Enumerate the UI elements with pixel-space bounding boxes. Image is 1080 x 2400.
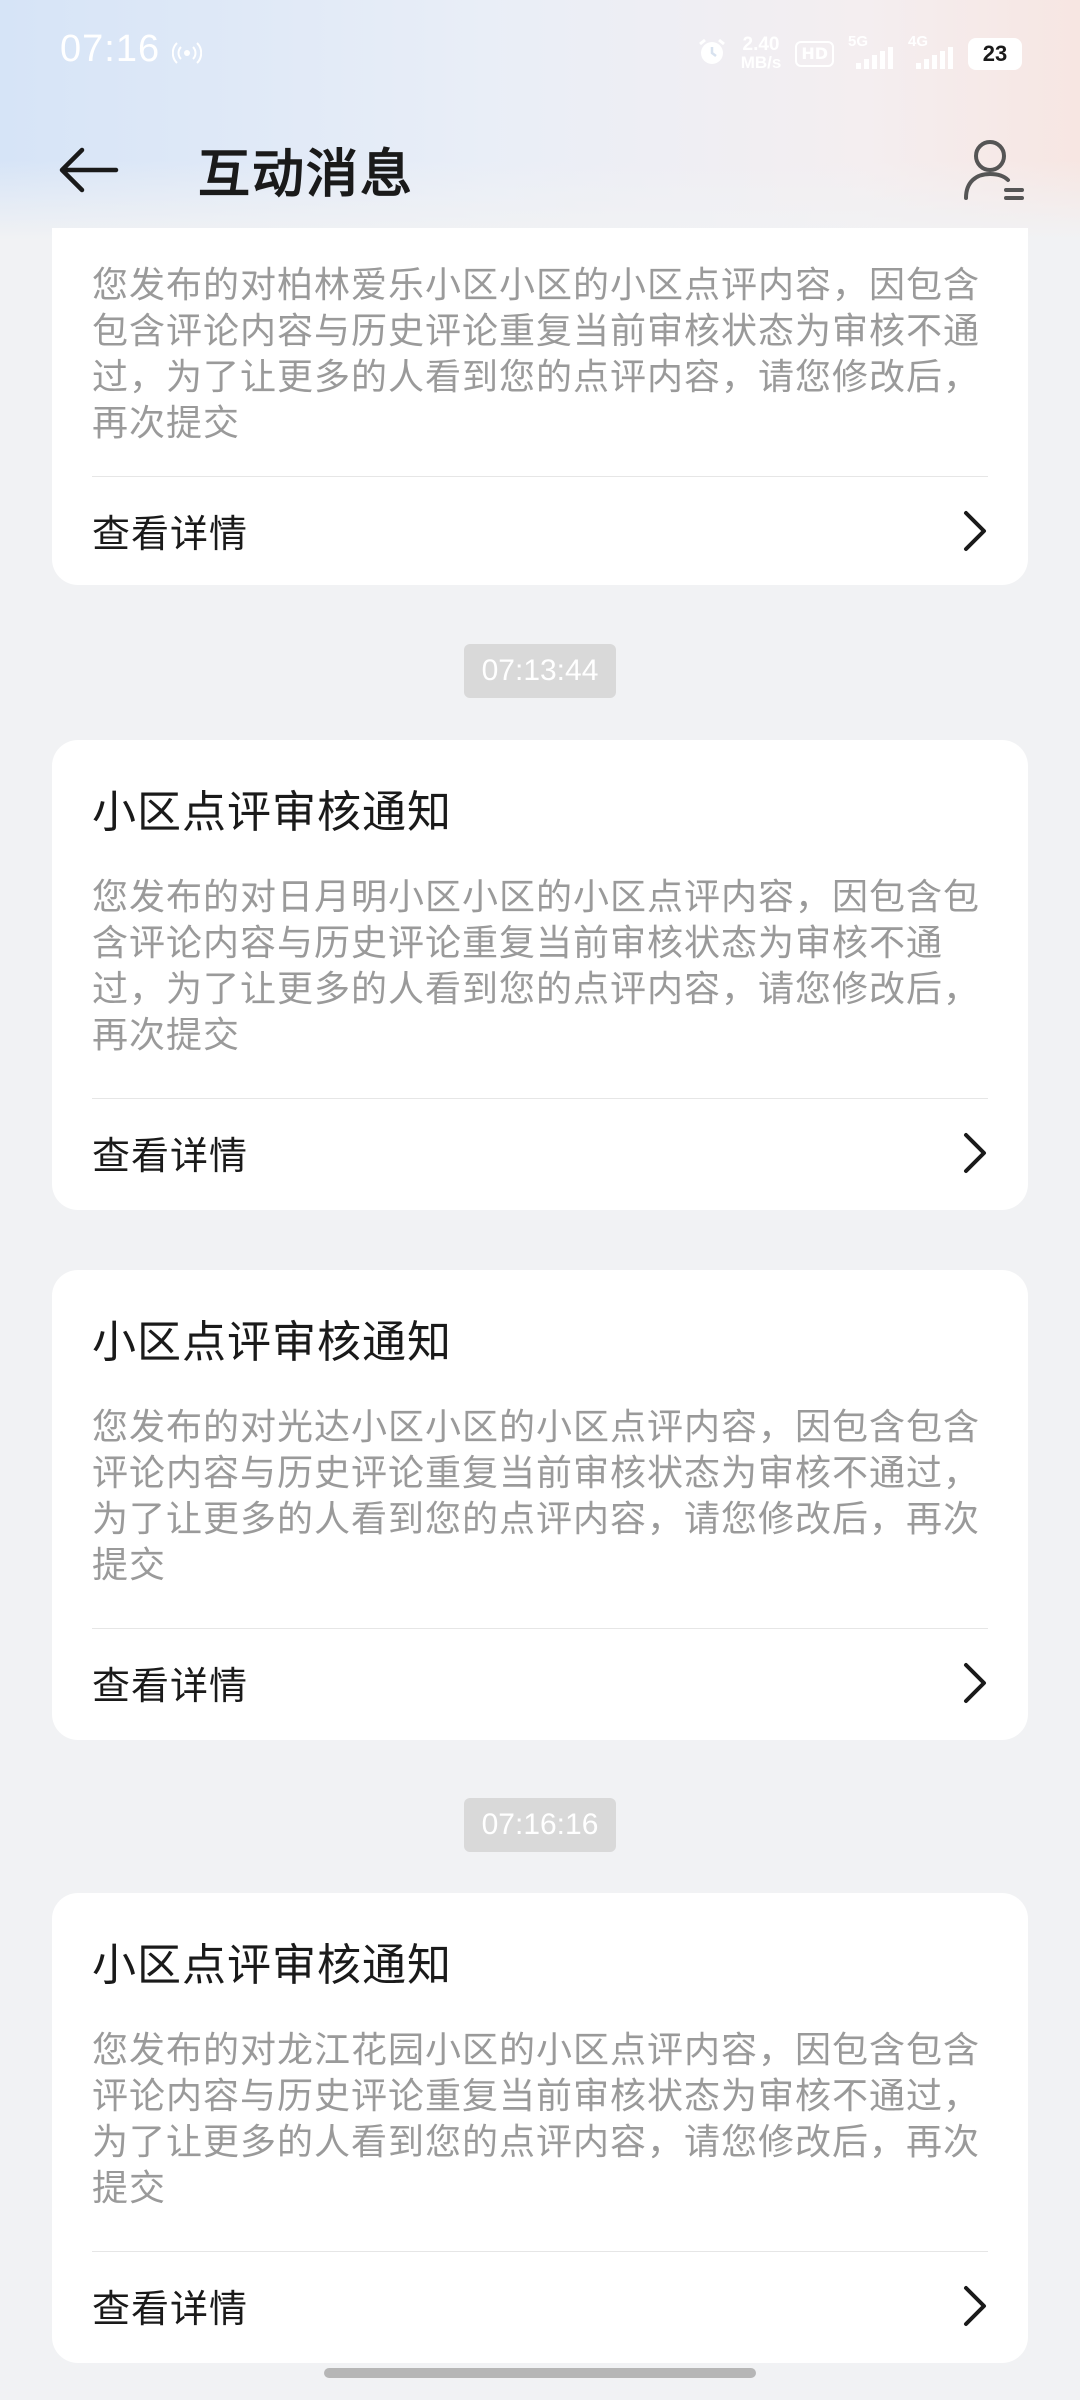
arrow-left-icon (59, 147, 119, 193)
signal-4g: 4G (908, 33, 954, 71)
view-details-label: 查看详情 (92, 512, 249, 556)
status-time: 07:16 (60, 28, 161, 70)
status-bar: 07:16 2.40 MB/s HD 5G 4G 23 (0, 0, 1080, 108)
timestamp-badge: 07:13:44 (464, 644, 616, 698)
view-details-row[interactable]: 查看详情 (52, 1629, 1028, 1733)
network-speed-unit: MB/s (740, 53, 782, 72)
message-card: 小区点评审核通知 您发布的对龙江花园小区的小区点评内容，因包含包含评论内容与历史… (52, 1893, 1028, 2363)
view-details-label: 查看详情 (92, 1134, 249, 1178)
message-card: 小区点评审核通知 您发布的对日月明小区小区的小区点评内容，因包含包含评论内容与历… (52, 740, 1028, 1210)
message-title: 小区点评审核通知 (92, 787, 452, 838)
view-details-row[interactable]: 查看详情 (52, 2252, 1028, 2356)
timestamp-badge: 07:16:16 (464, 1798, 616, 1852)
app-bar: 互动消息 (0, 108, 1080, 228)
message-body: 您发布的对光达小区小区的小区点评内容，因包含包含评论内容与历史评论重复当前审核状… (92, 1407, 981, 1586)
message-body: 您发布的对龙江花园小区的小区点评内容，因包含包含评论内容与历史评论重复当前审核状… (92, 2030, 981, 2209)
back-button[interactable] (56, 138, 136, 202)
message-card: 您发布的对柏林爱乐小区小区的小区点评内容，因包含包含评论内容与历史评论重复当前审… (52, 228, 1028, 585)
alarm-icon (697, 37, 727, 71)
signal-4g-label: 4G (908, 33, 929, 50)
signal-5g: 5G (848, 33, 894, 71)
chevron-right-icon (964, 511, 986, 551)
message-title: 小区点评审核通知 (92, 1940, 452, 1991)
hotspot-icon (171, 38, 203, 68)
battery-indicator: 23 (968, 38, 1022, 70)
chevron-right-icon (964, 2286, 986, 2326)
view-details-label: 查看详情 (92, 1664, 249, 1708)
user-icon (964, 140, 1024, 200)
chevron-right-icon (964, 1133, 986, 1173)
view-details-row[interactable]: 查看详情 (52, 1099, 1028, 1203)
status-indicators: 2.40 MB/s HD 5G 4G 23 (697, 30, 1022, 78)
network-speed-value: 2.40 (742, 34, 780, 55)
signal-5g-label: 5G (848, 33, 869, 50)
message-card: 小区点评审核通知 您发布的对光达小区小区的小区点评内容，因包含包含评论内容与历史… (52, 1270, 1028, 1740)
view-details-label: 查看详情 (92, 2287, 249, 2331)
chevron-right-icon (964, 1663, 986, 1703)
message-title: 小区点评审核通知 (92, 1317, 452, 1368)
hd-badge: HD (795, 41, 834, 67)
message-body: 您发布的对柏林爱乐小区小区的小区点评内容，因包含包含评论内容与历史评论重复当前审… (92, 265, 981, 444)
home-indicator[interactable] (324, 2368, 756, 2378)
message-body: 您发布的对日月明小区小区的小区点评内容，因包含包含评论内容与历史评论重复当前审核… (92, 877, 981, 1056)
message-list[interactable]: 您发布的对柏林爱乐小区小区的小区点评内容，因包含包含评论内容与历史评论重复当前审… (0, 228, 1080, 2400)
page-title: 互动消息 (198, 145, 415, 205)
view-details-row[interactable]: 查看详情 (52, 477, 1028, 581)
user-center-button[interactable] (958, 134, 1030, 206)
network-speed: 2.40 MB/s (740, 34, 782, 72)
